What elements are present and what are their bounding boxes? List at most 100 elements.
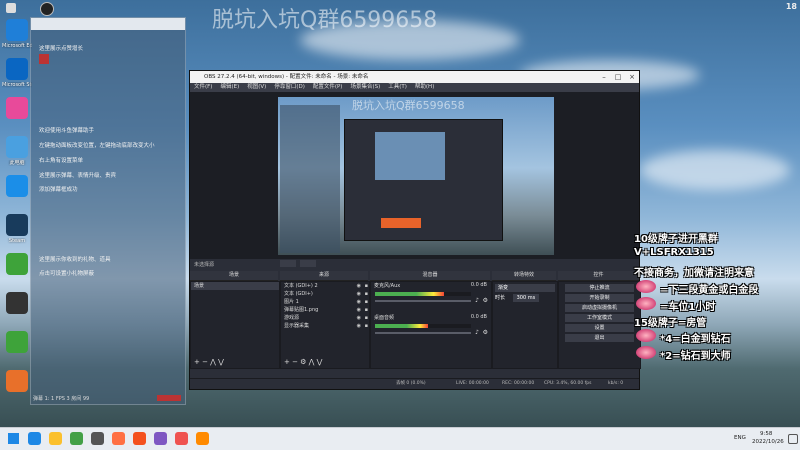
lock-icon[interactable]: ▪ bbox=[365, 314, 368, 322]
lang-indicator[interactable]: ENG bbox=[734, 435, 746, 441]
control-button[interactable]: 设置 bbox=[565, 324, 634, 332]
visibility-icon[interactable]: ◉ bbox=[357, 298, 361, 306]
taskbar-app-icon[interactable] bbox=[175, 432, 188, 445]
danmu-assistant-panel[interactable]: 这里展示点赞增长 欢迎使用斗鱼弹幕助手 左键拖动面板改变位置，左键拖动底部改变大… bbox=[30, 17, 186, 405]
menu-item[interactable]: 工具(T) bbox=[388, 84, 407, 90]
source-item[interactable]: 显示器采集 ◉ ▪ bbox=[281, 322, 369, 330]
app-icon bbox=[6, 19, 28, 41]
mixer-track[interactable]: 桌面音频 0.0 dB ♪ ⚙ bbox=[371, 314, 491, 346]
menu-item[interactable]: 视图(V) bbox=[247, 84, 266, 90]
mixer-header: 混音器 bbox=[370, 271, 490, 281]
taskbar-app-icon[interactable] bbox=[154, 432, 167, 445]
source-item[interactable]: 文本 (GDI+) ◉ ▪ bbox=[281, 290, 369, 298]
source-item[interactable]: 图片 1 ◉ ▪ bbox=[281, 298, 369, 306]
panel-footer-badge[interactable] bbox=[157, 395, 181, 401]
desktop-icon-label: Steam bbox=[8, 238, 26, 244]
source-item[interactable]: 弹幕贴图1.png ◉ ▪ bbox=[281, 306, 369, 314]
minimize-button[interactable]: – bbox=[597, 71, 611, 83]
taskbar-app-icon[interactable] bbox=[196, 432, 209, 445]
overlay-line: *4=白金到钻石 bbox=[660, 334, 731, 345]
gear-icon[interactable]: ⚙ bbox=[483, 297, 488, 304]
menu-item[interactable]: 配置文件(P) bbox=[313, 84, 343, 90]
menu-item[interactable]: 停靠窗口(D) bbox=[274, 84, 305, 90]
speaker-icon[interactable]: ♪ bbox=[475, 297, 479, 304]
taskbar-app-icon[interactable] bbox=[70, 432, 83, 445]
speaker-icon[interactable]: ♪ bbox=[475, 329, 479, 336]
scene-item[interactable]: 场景 bbox=[191, 282, 279, 290]
desktop-icon[interactable] bbox=[2, 253, 32, 277]
close-button[interactable]: × bbox=[625, 71, 639, 83]
source-label: 显示器采集 bbox=[284, 323, 310, 329]
lock-icon[interactable]: ▪ bbox=[365, 290, 368, 298]
taskbar-app-icon[interactable] bbox=[49, 432, 62, 445]
desktop-icon[interactable]: Microsoft Edge bbox=[2, 19, 32, 49]
transitions-header: 转场特效 bbox=[492, 271, 556, 281]
visibility-icon[interactable]: ◉ bbox=[357, 282, 361, 290]
obs-titlebar[interactable]: OBS 27.2.4 (64-bit, windows) - 配置文件: 未命名… bbox=[190, 71, 639, 83]
taskbar-app-icon[interactable] bbox=[91, 432, 104, 445]
lock-icon[interactable]: ▪ bbox=[365, 322, 368, 330]
lock-icon[interactable]: ▪ bbox=[365, 282, 368, 290]
panel-line: 这里展示点赞增长 bbox=[39, 46, 84, 52]
gear-icon[interactable] bbox=[280, 260, 296, 267]
panel-footer: 弹幕 1: 1 FPS 3 房间 99 bbox=[33, 396, 90, 402]
volume-slider[interactable] bbox=[375, 332, 471, 334]
desktop-icon[interactable]: Steam bbox=[2, 214, 32, 244]
obs-window[interactable]: OBS 27.2.4 (64-bit, windows) - 配置文件: 未命名… bbox=[189, 70, 641, 390]
notification-icon[interactable] bbox=[788, 434, 798, 444]
desktop-icon[interactable] bbox=[2, 175, 32, 199]
scenes-dock[interactable]: 场景 + − ⋀ ⋁ bbox=[190, 281, 280, 369]
preview-watermark: 脱坑入坑Q群6599658 bbox=[352, 99, 465, 112]
track-db: 0.0 dB bbox=[470, 314, 487, 320]
menu-item[interactable]: 场景集合(S) bbox=[350, 84, 380, 90]
filter-icon[interactable] bbox=[300, 260, 316, 267]
desktop-icon[interactable] bbox=[2, 97, 32, 121]
desktop-watermark: 脱坑入坑Q群6599658 bbox=[212, 8, 438, 33]
sources-dock[interactable]: 文本 (GDI+) 2 ◉ ▪ 文本 (GDI+) ◉ ▪ 图片 1 ◉ ▪ 弹幕贴图1.png ◉… bbox=[280, 281, 370, 369]
transition-select[interactable]: 渐变 bbox=[495, 284, 555, 292]
app-icon bbox=[6, 58, 28, 80]
gear-icon[interactable]: ⚙ bbox=[483, 329, 488, 336]
desktop-icon[interactable] bbox=[2, 292, 32, 316]
source-item[interactable]: 游戏源 ◉ ▪ bbox=[281, 314, 369, 322]
obs-status-bar: 丢帧 0 (0.0%) LIVE: 00:00:00 REC: 00:00:00… bbox=[190, 378, 639, 389]
clock-time[interactable]: 9:58 bbox=[760, 431, 772, 437]
clock-date[interactable]: 2022/10/26 bbox=[752, 439, 784, 445]
mixer-dock[interactable]: 麦克风/Aux 0.0 dB ♪ ⚙ 桌面音频 0.0 dB ♪ ⚙ bbox=[370, 281, 492, 369]
control-button[interactable]: 启动虚拟摄像机 bbox=[565, 304, 634, 312]
visibility-icon[interactable]: ◉ bbox=[357, 314, 361, 322]
control-button[interactable]: 工作室模式 bbox=[565, 314, 634, 322]
taskbar-app-icon[interactable] bbox=[28, 432, 41, 445]
control-button[interactable]: 开始录制 bbox=[565, 294, 634, 302]
obs-logo-icon[interactable] bbox=[40, 2, 54, 16]
controls-dock[interactable]: 停止推流开始录制启动虚拟摄像机 工作室模式设置退出 bbox=[558, 281, 641, 369]
desktop-icon-label: Microsoft Edge bbox=[2, 43, 32, 49]
preview-screen[interactable]: 脱坑入坑Q群6599658 bbox=[278, 97, 554, 255]
visibility-icon[interactable]: ◉ bbox=[357, 322, 361, 330]
desktop-icon[interactable]: 此电脑 bbox=[2, 136, 32, 166]
volume-slider[interactable] bbox=[375, 300, 471, 302]
visibility-icon[interactable]: ◉ bbox=[357, 306, 361, 314]
desktop-icon[interactable] bbox=[2, 370, 32, 394]
control-button[interactable]: 退出 bbox=[565, 334, 634, 342]
maximize-button[interactable]: □ bbox=[611, 71, 625, 83]
control-button[interactable]: 停止推流 bbox=[565, 284, 634, 292]
desktop-icon[interactable]: Microsoft Store bbox=[2, 58, 32, 88]
taskbar-app-icon[interactable] bbox=[133, 432, 146, 445]
desktop-icon[interactable] bbox=[2, 331, 32, 355]
status-live: LIVE: 00:00:00 bbox=[456, 381, 489, 386]
lock-icon[interactable]: ▪ bbox=[365, 306, 368, 314]
menu-item[interactable]: 编辑(E) bbox=[220, 84, 239, 90]
duration-input[interactable]: 300 ms bbox=[512, 294, 540, 302]
lock-icon[interactable]: ▪ bbox=[365, 298, 368, 306]
menu-item[interactable]: 文件(F) bbox=[194, 84, 212, 90]
start-button[interactable] bbox=[8, 433, 19, 444]
menu-item[interactable]: 帮助(H) bbox=[415, 84, 434, 90]
mixer-track[interactable]: 麦克风/Aux 0.0 dB ♪ ⚙ bbox=[371, 282, 491, 314]
taskbar-app-icon[interactable] bbox=[112, 432, 125, 445]
status-kbps: kb/s: 0 bbox=[608, 381, 624, 386]
window-icon[interactable] bbox=[6, 3, 16, 13]
visibility-icon[interactable]: ◉ bbox=[357, 290, 361, 298]
transitions-dock[interactable]: 渐变 时长 300 ms bbox=[492, 281, 558, 369]
source-item[interactable]: 文本 (GDI+) 2 ◉ ▪ bbox=[281, 282, 369, 290]
